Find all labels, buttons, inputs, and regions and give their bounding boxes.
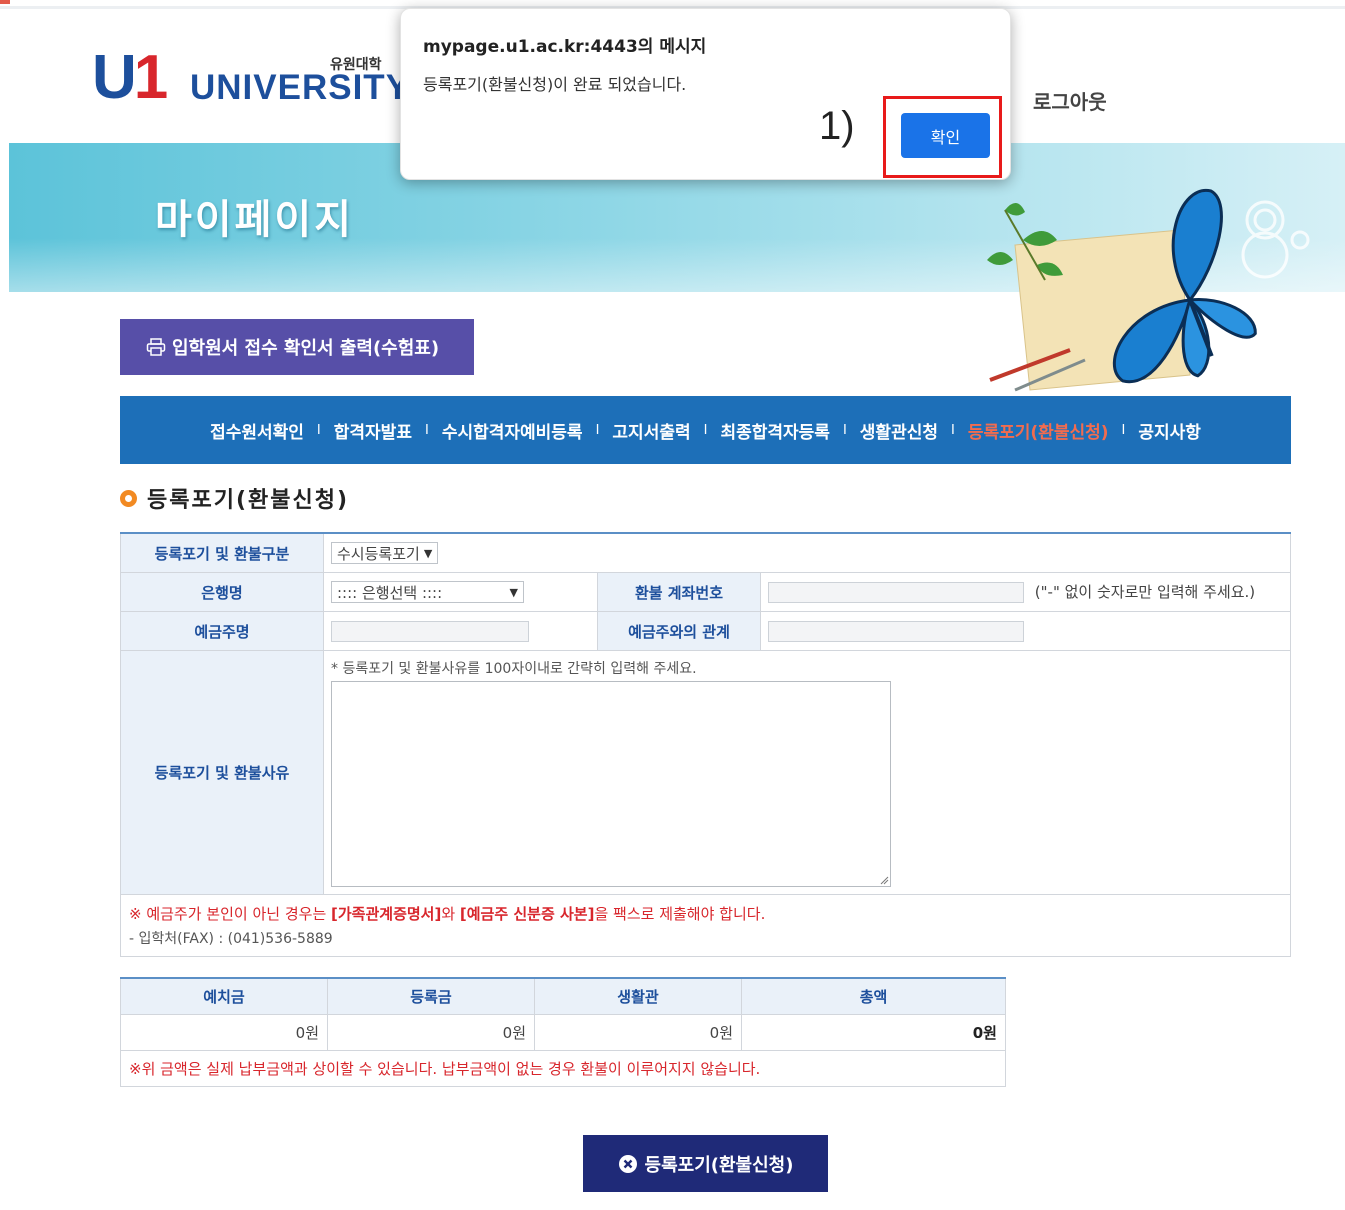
holder-label: 예금주명 bbox=[120, 611, 324, 651]
account-number-input[interactable] bbox=[768, 582, 1024, 603]
alert-dialog: mypage.u1.ac.kr:4443의 메시지 등록포기(환불신청)이 완료… bbox=[400, 8, 1011, 180]
amount-header-tuition: 등록금 bbox=[327, 977, 535, 1015]
amount-header-dormitory: 생활관 bbox=[534, 977, 742, 1015]
notice-doc-family: [가족관계증명서] bbox=[331, 905, 442, 923]
amount-note: ※위 금액은 실제 납부금액과 상이할 수 있습니다. 납부금액이 없는 경우 … bbox=[120, 1050, 1006, 1087]
section-header: 등록포기(환불신청) bbox=[120, 482, 349, 514]
amount-value-row: 0원 0원 0원 0원 bbox=[120, 1014, 1006, 1051]
form-row-reason: 등록포기 및 환불사유 * 등록포기 및 환불사유를 100자이내로 간략히 입… bbox=[120, 650, 1291, 895]
form-row-bank: 은행명 :::: 은행선택 :::: ▼ 환불 계좌번호 ("-" 없이 숫자로… bbox=[120, 572, 1291, 612]
amount-header-deposit: 예치금 bbox=[120, 977, 328, 1015]
printer-icon bbox=[146, 338, 166, 356]
print-receipt-button[interactable]: 입학원서 접수 확인서 출력(수험표) bbox=[120, 319, 474, 375]
nav-separator: I bbox=[316, 422, 321, 438]
notice-mid: 와 bbox=[441, 905, 460, 923]
section-title: 등록포기(환불신청) bbox=[147, 488, 350, 513]
reason-textarea[interactable] bbox=[331, 681, 891, 887]
refund-type-select[interactable]: 수시등록포기 ▼ bbox=[331, 542, 439, 564]
dialog-title: mypage.u1.ac.kr:4443의 메시지 bbox=[423, 37, 707, 57]
dialog-ok-button[interactable]: 확인 bbox=[901, 113, 990, 158]
nav-separator: I bbox=[1121, 422, 1126, 438]
nav-item-notices[interactable]: 공지사항 bbox=[1138, 418, 1201, 443]
nav-separator: I bbox=[424, 422, 429, 438]
account-label: 환불 계좌번호 bbox=[597, 572, 761, 612]
banner-title: 마이페이지 bbox=[155, 197, 354, 243]
logo-mark: U1 bbox=[92, 47, 168, 109]
bank-label: 은행명 bbox=[120, 572, 324, 612]
corner-mark bbox=[0, 0, 10, 4]
notice-doc-id: [예금주 신분증 사본] bbox=[459, 905, 595, 923]
resize-grip-icon[interactable] bbox=[879, 875, 889, 885]
nav-separator: I bbox=[951, 422, 955, 438]
reason-note: * 등록포기 및 환불사유를 100자이내로 간략히 입력해 주세요. bbox=[331, 661, 697, 677]
amount-note-row: ※위 금액은 실제 납부금액과 상이할 수 있습니다. 납부금액이 없는 경우 … bbox=[120, 1050, 1006, 1087]
bank-select-value: :::: 은행선택 :::: bbox=[337, 583, 443, 602]
nav-separator: I bbox=[703, 422, 708, 438]
account-hint: ("-" 없이 숫자로만 입력해 주세요.) bbox=[1034, 583, 1256, 601]
bank-select[interactable]: :::: 은행선택 :::: ▼ bbox=[331, 581, 524, 603]
main-nav: 접수원서확인 I 합격자발표 I 수시합격자예비등록 I 고지서출력 I 최종합… bbox=[120, 396, 1291, 464]
refund-form: 등록포기 및 환불구분 수시등록포기 ▼ 은행명 :::: 은행선택 :::: … bbox=[120, 532, 1291, 957]
reason-label: 등록포기 및 환불사유 bbox=[120, 650, 324, 895]
logo-university-text: UNIVERSITY bbox=[190, 68, 411, 107]
logo-one: 1 bbox=[133, 43, 169, 112]
nav-item-admission-results[interactable]: 합격자발표 bbox=[334, 418, 412, 443]
form-row-type: 등록포기 및 환불구분 수시등록포기 ▼ bbox=[120, 532, 1291, 573]
account-holder-input[interactable] bbox=[331, 620, 529, 642]
type-label: 등록포기 및 환불구분 bbox=[120, 532, 324, 573]
step-annotation: 1) bbox=[819, 104, 855, 148]
nav-item-final-registration[interactable]: 최종합격자등록 bbox=[720, 418, 829, 443]
form-row-notice: ※ 예금주가 본인이 아닌 경우는 [가족관계증명서]와 [예금주 신분증 사본… bbox=[120, 894, 1291, 957]
refund-type-value: 수시등록포기 bbox=[337, 544, 420, 563]
notice-prefix: ※ 예금주가 본인이 아닌 경우는 bbox=[129, 905, 332, 923]
holder-notice: ※ 예금주가 본인이 아닌 경우는 [가족관계증명서]와 [예금주 신분증 사본… bbox=[129, 903, 1282, 924]
nav-separator: I bbox=[595, 422, 600, 438]
amount-total: 0원 bbox=[741, 1014, 1006, 1051]
amount-dormitory: 0원 bbox=[534, 1014, 742, 1051]
amount-tuition: 0원 bbox=[327, 1014, 535, 1051]
amount-header-total: 총액 bbox=[741, 977, 1006, 1015]
refund-submit-button[interactable]: 등록포기(환불신청) bbox=[583, 1135, 828, 1192]
x-circle-icon bbox=[618, 1154, 638, 1174]
amount-deposit: 0원 bbox=[120, 1014, 328, 1051]
amount-header-row: 예치금 등록금 생활관 총액 bbox=[120, 977, 1006, 1015]
relation-label: 예금주와의 관계 bbox=[597, 611, 761, 651]
butterfly-illustration bbox=[987, 188, 1310, 392]
notice-suffix: 을 팩스로 제출해야 합니다. bbox=[594, 905, 766, 923]
nav-item-early-pre-registration[interactable]: 수시합격자예비등록 bbox=[442, 418, 583, 443]
amount-table: 예치금 등록금 생활관 총액 0원 0원 0원 0원 ※위 금액은 실제 납부금… bbox=[120, 977, 1006, 1087]
fax-note: - 입학처(FAX) : (041)536-5889 bbox=[129, 931, 333, 947]
print-receipt-label: 입학원서 접수 확인서 출력(수험표) bbox=[172, 338, 440, 359]
nav-item-bill-print[interactable]: 고지서출력 bbox=[612, 418, 690, 443]
holder-relation-input[interactable] bbox=[768, 620, 1024, 642]
nav-item-application-check[interactable]: 접수원서확인 bbox=[210, 418, 304, 443]
refund-submit-label: 등록포기(환불신청) bbox=[644, 1154, 794, 1176]
nav-item-refund-request[interactable]: 등록포기(환불신청) bbox=[968, 418, 1109, 443]
circle-rings bbox=[1241, 200, 1310, 279]
dialog-message: 등록포기(환불신청)이 완료 되었습니다. bbox=[423, 75, 687, 94]
chevron-down-icon: ▼ bbox=[423, 546, 433, 560]
nav-separator: I bbox=[842, 422, 847, 438]
logo-main-text: U1 bbox=[92, 43, 169, 112]
form-row-holder: 예금주명 예금주와의 관계 bbox=[120, 611, 1291, 651]
chevron-down-icon: ▼ bbox=[509, 585, 518, 599]
logout-link[interactable]: 로그아웃 bbox=[1033, 86, 1107, 115]
circle-bullet-icon bbox=[120, 489, 137, 507]
nav-item-dormitory[interactable]: 생활관신청 bbox=[860, 418, 938, 443]
